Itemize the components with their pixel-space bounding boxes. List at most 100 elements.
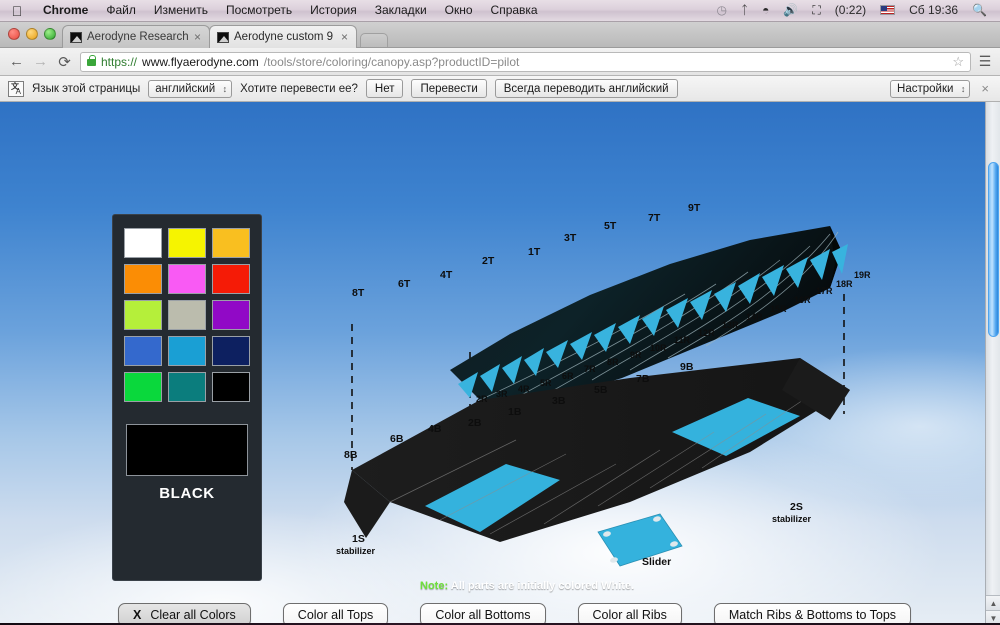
canopy-diagram[interactable]: 8T 6T 4T 2T 1T 3T 5T 7T 9T 2R 3R 4R 5R 6… (330, 202, 890, 602)
forward-arrow-icon[interactable]: → (32, 53, 49, 70)
translate-options-button[interactable]: Настройки (890, 79, 971, 98)
menu-item-chrome[interactable]: Chrome (34, 0, 97, 21)
color-swatch-lime[interactable] (124, 300, 162, 330)
apple-logo-icon[interactable]:  (0, 3, 34, 19)
label-1B: 1B (508, 406, 522, 418)
clock-icon[interactable]: ◷ (709, 0, 733, 21)
label-5T: 5T (604, 220, 617, 232)
hamburger-menu-icon[interactable]: ☰ (978, 53, 992, 70)
close-icon[interactable]: × (978, 81, 992, 96)
label-7R: 7R (584, 364, 596, 374)
color-swatch-yellow[interactable] (168, 228, 206, 258)
language-select[interactable]: английский (148, 79, 233, 98)
wifi-icon[interactable]: ◓ (755, 0, 776, 21)
label-1T: 1T (528, 246, 541, 258)
color-swatch-navy[interactable] (212, 336, 250, 366)
vertical-scrollbar[interactable]: ▲ ▼ (985, 102, 1000, 625)
star-icon[interactable]: ☆ (952, 54, 964, 70)
color-swatch-white[interactable] (124, 228, 162, 258)
label-4B: 4B (428, 423, 442, 435)
color-swatch-sand[interactable] (168, 300, 206, 330)
color-all-bottoms-button[interactable]: Color all Bottoms (420, 603, 546, 625)
menubar-clock[interactable]: Сб 19:36 (902, 0, 965, 21)
label-4T: 4T (440, 269, 453, 281)
label-5R: 5R (540, 378, 552, 388)
browser-tab-2[interactable]: Aerodyne custom 9 cell ca × (209, 25, 357, 48)
button-label: Color all Tops (297, 608, 374, 622)
translate-prompt: Язык этой страницы (32, 82, 141, 95)
translate-always-button[interactable]: Всегда переводить английский (494, 79, 678, 98)
zoom-window-button[interactable] (44, 28, 56, 40)
label-9T: 9T (688, 202, 701, 214)
back-arrow-icon[interactable]: ← (8, 53, 25, 70)
close-tab-icon[interactable]: × (194, 30, 201, 44)
color-swatch-black[interactable] (212, 372, 250, 402)
label-19R: 19R (854, 270, 871, 280)
color-palette-panel: BLACK (112, 214, 262, 581)
menu-item-window[interactable]: Окно (436, 0, 482, 21)
menu-item-file[interactable]: Файл (97, 0, 145, 21)
volume-icon[interactable]: 🔊 (776, 0, 805, 21)
bluetooth-icon[interactable]: ᛏ (734, 0, 755, 21)
color-swatch-magenta[interactable] (168, 264, 206, 294)
selected-color-name: BLACK (159, 485, 215, 502)
scroll-up-arrow-icon[interactable]: ▲ (986, 595, 1000, 610)
label-11R: 11R (674, 335, 691, 345)
browser-tabstrip: Aerodyne Research: Skydiv × Aerodyne cus… (0, 22, 1000, 48)
color-swatch-gold[interactable] (212, 228, 250, 258)
screen:  Chrome Файл Изменить Посмотреть Истори… (0, 0, 1000, 625)
color-swatch-orange[interactable] (124, 264, 162, 294)
reload-icon[interactable]: ⟳ (56, 53, 73, 71)
menu-item-edit[interactable]: Изменить (145, 0, 217, 21)
label-slider: Slider (642, 556, 671, 568)
label-2S: 2S (790, 501, 803, 513)
us-flag-icon[interactable] (873, 0, 902, 21)
translate-button[interactable]: Перевести (411, 79, 487, 98)
label-1S: 1S (352, 533, 365, 545)
close-tab-icon[interactable]: × (341, 30, 348, 44)
battery-icon[interactable]: ⛶ (805, 0, 827, 21)
page-content: BLACK 8T 6T 4T 2T 1T 3T 5T 7T 9T 2R 3R 4… (0, 102, 985, 625)
new-tab-button[interactable] (360, 33, 388, 47)
canopy-action-buttons: X Clear all Colors Color all Tops Color all… (118, 603, 912, 625)
page-viewport: BLACK 8T 6T 4T 2T 1T 3T 5T 7T 9T 2R 3R 4… (0, 102, 1000, 625)
browser-tab-1[interactable]: Aerodyne Research: Skydiv × (62, 25, 210, 48)
address-bar[interactable]: https:// www.flyaerodyne.com /tools/stor… (80, 51, 971, 72)
menu-item-help[interactable]: Справка (482, 0, 547, 21)
browser-toolbar: ← → ⟳ https:// www.flyaerodyne.com /tool… (0, 48, 1000, 76)
macos-menubar:  Chrome Файл Изменить Посмотреть Истори… (0, 0, 1000, 22)
selected-color-display: BLACK (126, 424, 248, 502)
label-6R: 6R (562, 371, 574, 381)
color-swatch-teal[interactable] (168, 372, 206, 402)
search-icon[interactable]: 🔍 (965, 0, 994, 21)
chrome-window: Aerodyne Research: Skydiv × Aerodyne cus… (0, 22, 1000, 625)
color-swatch-purple[interactable] (212, 300, 250, 330)
minimize-window-button[interactable] (26, 28, 38, 40)
tab-favicon (217, 31, 229, 43)
close-window-button[interactable] (8, 28, 20, 40)
tab-title: Aerodyne custom 9 cell ca (234, 31, 336, 43)
label-9R: 9R (630, 350, 642, 360)
clear-all-colors-button[interactable]: X Clear all Colors (118, 603, 251, 625)
label-15R: 15R (770, 304, 787, 314)
translate-no-button[interactable]: Нет (365, 79, 404, 98)
label-8T: 8T (352, 287, 365, 299)
match-ribs-bottoms-to-tops-button[interactable]: Match Ribs & Bottoms to Tops (713, 603, 912, 625)
scrollbar-thumb[interactable] (988, 162, 999, 337)
translate-icon: 文A (8, 80, 24, 97)
color-swatch-green[interactable] (124, 372, 162, 402)
color-swatch-royal-blue[interactable] (124, 336, 162, 366)
menu-item-view[interactable]: Посмотреть (217, 0, 301, 21)
canopy-svg: 8T 6T 4T 2T 1T 3T 5T 7T 9T 2R 3R 4R 5R 6… (336, 202, 871, 568)
color-all-tops-button[interactable]: Color all Tops (282, 603, 389, 625)
menu-item-history[interactable]: История (301, 0, 366, 21)
label-2B: 2B (468, 417, 482, 429)
color-swatch-cyan-blue[interactable] (168, 336, 206, 366)
label-17R: 17R (816, 286, 833, 296)
label-9B: 9B (680, 361, 694, 373)
label-10R: 10R (650, 343, 667, 353)
color-all-ribs-button[interactable]: Color all Ribs (577, 603, 682, 625)
menu-item-bookmarks[interactable]: Закладки (366, 0, 436, 21)
color-swatch-red[interactable] (212, 264, 250, 294)
lock-icon (87, 54, 96, 66)
